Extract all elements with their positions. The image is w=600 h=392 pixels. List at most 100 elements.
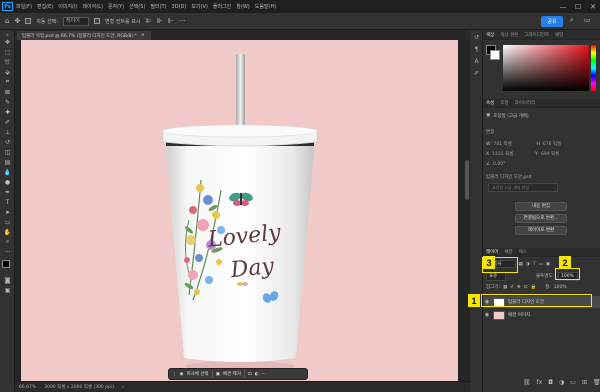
clone-stamp-tool-icon[interactable]: ⊥ — [0, 127, 15, 137]
maximize-button[interactable]: ☐ — [571, 0, 585, 13]
object-selection-tool-icon[interactable]: ⬙ — [0, 67, 15, 77]
menu-layer[interactable]: 레이어(L) — [82, 3, 103, 10]
filter-smart-icon[interactable]: ▣ — [546, 262, 550, 267]
adjustment-icon[interactable]: ◐ — [255, 372, 259, 377]
filter-pixel-icon[interactable]: ▦ — [519, 262, 523, 267]
more-button[interactable]: ··· — [262, 372, 266, 377]
new-layer-icon[interactable]: ⊞ — [582, 379, 587, 386]
zoom-tool-icon[interactable]: ⌕ — [0, 237, 15, 247]
brush-settings-icon[interactable]: ✐ — [470, 67, 483, 79]
canvas-area[interactable]: Lovely Day — [15, 40, 464, 381]
tab-libraries[interactable]: 라이브러리 — [515, 100, 536, 106]
w-field[interactable]: 781 픽셀 — [493, 141, 533, 147]
screen-mode-icon[interactable]: ▣ — [0, 285, 15, 295]
drag-handle-icon[interactable]: ⋮ — [172, 372, 177, 377]
transform-controls-checkbox[interactable] — [94, 18, 101, 24]
layer-row[interactable]: ◉ 배경 이미지 — [483, 309, 600, 321]
auto-select-dropdown[interactable]: 레이어 — [63, 16, 90, 26]
new-group-icon[interactable]: ▭ — [570, 379, 576, 386]
menu-filter[interactable]: 필터(T) — [150, 3, 166, 10]
workspace-icon[interactable]: ▭ — [584, 16, 591, 24]
history-brush-tool-icon[interactable]: ↺ — [0, 137, 15, 147]
foreground-color-swatch[interactable] — [2, 260, 10, 268]
pen-tool-icon[interactable]: ✒ — [0, 187, 15, 197]
healing-brush-tool-icon[interactable]: ✚ — [0, 107, 15, 117]
color-swatches[interactable] — [0, 257, 14, 275]
tab-channels[interactable]: 채널 — [504, 249, 512, 255]
tab-color[interactable]: 색상 — [486, 32, 494, 38]
y-field[interactable]: 699 픽셀 — [541, 151, 559, 157]
menu-plugins[interactable]: 플러그인 — [213, 3, 231, 10]
share-button[interactable]: 공유 — [541, 16, 563, 27]
menu-file[interactable]: 파일(F) — [16, 3, 32, 10]
tab-gradients[interactable]: 그레이디언트 — [524, 32, 549, 38]
remove-background-button[interactable]: 배경 제거 — [223, 371, 241, 377]
auto-select-checkbox[interactable] — [25, 18, 32, 24]
blur-tool-icon[interactable]: 💧 — [0, 167, 15, 177]
layer-name[interactable]: 배경 이미지 — [508, 312, 530, 318]
eyedropper-tool-icon[interactable]: ✎ — [0, 97, 15, 107]
close-tab-icon[interactable]: × — [141, 33, 145, 38]
link-layers-icon[interactable]: ⛓ — [523, 379, 531, 386]
angle-field[interactable]: 0.00° — [493, 162, 505, 167]
visibility-eye-icon[interactable]: ◉ — [483, 312, 491, 318]
close-window-button[interactable]: ✕ — [586, 0, 600, 13]
crop-tool-icon[interactable]: ⌗ — [0, 77, 15, 87]
hand-tool-icon[interactable]: ✋ — [0, 227, 15, 237]
h-field[interactable]: 676 픽셀 — [543, 141, 561, 147]
color-picker-field[interactable] — [503, 45, 589, 91]
rectangle-tool-icon[interactable]: ▭ — [0, 217, 15, 227]
select-subject-icon[interactable]: ◉ — [180, 372, 184, 377]
convert-to-linked-button[interactable]: 연결됨으로 변환... — [515, 214, 567, 223]
more-options-icon[interactable]: ··· — [179, 17, 186, 25]
lock-artboard-icon[interactable]: ⊡ — [524, 285, 528, 290]
blend-mode-dropdown[interactable]: 표준 — [486, 272, 506, 281]
tab-paths[interactable]: 패스 — [519, 249, 527, 255]
status-arrow-icon[interactable]: › — [122, 385, 124, 390]
document-tab[interactable]: 텀블러 목업.psd @ 66.7% (텀블러 디자인 도안, RGB/8) *… — [17, 31, 151, 40]
tab-adjustments[interactable]: 조정 — [500, 100, 508, 106]
transform-icon[interactable]: ⊡ — [248, 372, 252, 377]
filter-adjust-icon[interactable]: ◑ — [526, 262, 530, 267]
photoshop-logo[interactable]: Ps — [2, 2, 13, 11]
quick-mask-icon[interactable]: ◙ — [0, 275, 15, 285]
more-tools-icon[interactable]: ··· — [0, 247, 15, 257]
align-right-icon[interactable]: ⊩ — [168, 17, 174, 25]
filter-type-icon[interactable]: T — [533, 262, 536, 267]
frame-tool-icon[interactable]: ⊠ — [0, 87, 15, 97]
gradient-tool-icon[interactable]: ▤ — [0, 157, 15, 167]
hue-slider[interactable] — [591, 45, 596, 91]
layer-style-icon[interactable]: fx — [537, 379, 543, 386]
menu-type[interactable]: 문자(Y) — [108, 3, 124, 10]
menu-image[interactable]: 이미지(I) — [58, 3, 77, 10]
lock-pixels-icon[interactable]: ▦ — [503, 285, 507, 290]
align-center-icon[interactable]: ⊪ — [157, 17, 163, 25]
type-tool-icon[interactable]: T — [0, 197, 15, 207]
tab-swatches[interactable]: 색상 견본 — [500, 32, 518, 38]
remove-background-icon[interactable]: ▣ — [216, 372, 220, 377]
home-icon[interactable]: ⌂ — [5, 17, 9, 25]
character-icon[interactable]: A — [470, 55, 483, 67]
tab-properties[interactable]: 속성 — [486, 100, 494, 106]
lock-all-icon[interactable]: 🔒 — [531, 285, 537, 290]
lasso-tool-icon[interactable]: ➰ — [0, 57, 15, 67]
delete-layer-icon[interactable]: 🗑 — [593, 379, 600, 386]
adjustment-layer-icon[interactable]: ◑ — [559, 379, 564, 386]
menu-window[interactable]: 창(W) — [236, 3, 249, 10]
x-field[interactable]: 1155 픽셀 — [492, 151, 532, 157]
dodge-tool-icon[interactable]: ● — [0, 177, 15, 187]
scrollbar-thumb[interactable] — [465, 160, 469, 200]
move-tool-icon[interactable]: ✥ — [14, 17, 20, 25]
select-subject-button[interactable]: 피사체 선택 — [186, 371, 208, 377]
edit-contents-button[interactable]: 내용 편집 — [515, 202, 567, 211]
move-tool-icon[interactable]: ✥ — [0, 37, 15, 47]
convert-to-layers-button[interactable]: 레이어로 변환 — [515, 226, 567, 235]
document-canvas[interactable]: Lovely Day — [21, 40, 458, 381]
tab-layers[interactable]: 레이어 — [486, 249, 498, 255]
brush-tool-icon[interactable]: ✐ — [0, 117, 15, 127]
add-mask-icon[interactable]: ◘ — [548, 379, 553, 386]
path-selection-tool-icon[interactable]: ➤ — [0, 207, 15, 217]
menu-3d[interactable]: 3D(D) — [172, 4, 187, 10]
lock-paint-icon[interactable]: ✐ — [510, 285, 514, 290]
lock-position-icon[interactable]: ✥ — [517, 285, 521, 290]
